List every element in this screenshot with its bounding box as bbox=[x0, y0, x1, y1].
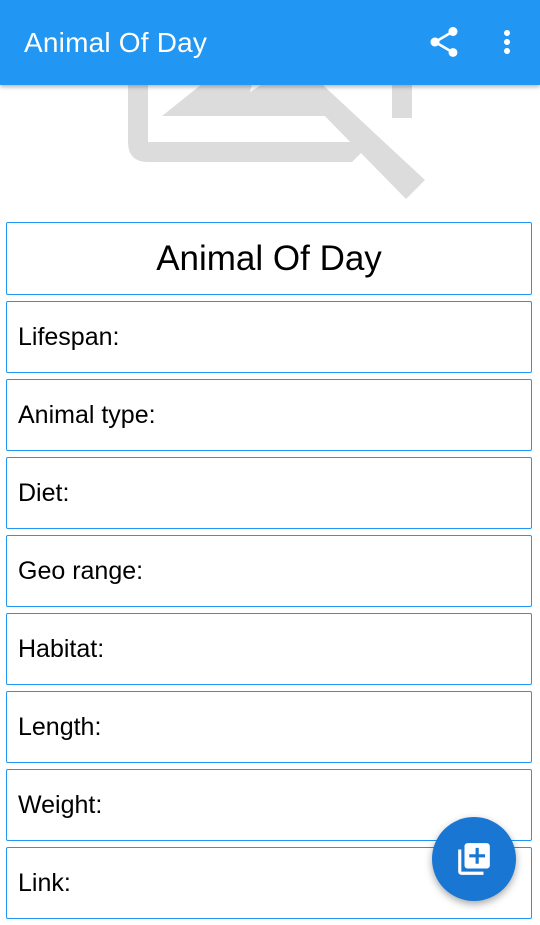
share-button[interactable] bbox=[420, 18, 468, 66]
more-options-button[interactable] bbox=[483, 18, 531, 66]
add-to-library-icon bbox=[458, 843, 490, 875]
app-title: Animal Of Day bbox=[24, 27, 208, 58]
broken-image-icon bbox=[128, 85, 425, 199]
title-card: Animal Of Day bbox=[6, 222, 532, 295]
more-vert-icon bbox=[504, 30, 510, 54]
field-label: Length: bbox=[18, 712, 102, 741]
field-label: Weight: bbox=[18, 790, 103, 819]
add-to-library-button[interactable] bbox=[432, 817, 516, 901]
app-bar: Animal Of Day bbox=[0, 0, 540, 85]
field-diet: Diet: bbox=[6, 457, 532, 529]
app-screen: Animal Of Day Animal Of Day Lifespan: An… bbox=[0, 0, 540, 925]
field-habitat: Habitat: bbox=[6, 613, 532, 685]
field-label: Geo range: bbox=[18, 556, 144, 585]
field-length: Length: bbox=[6, 691, 532, 763]
field-label: Diet: bbox=[18, 478, 70, 507]
field-lifespan: Lifespan: bbox=[6, 301, 532, 373]
field-animal-type: Animal type: bbox=[6, 379, 532, 451]
field-label: Habitat: bbox=[18, 634, 105, 663]
field-label: Link: bbox=[18, 868, 71, 897]
field-label: Animal type: bbox=[18, 400, 156, 429]
animal-image-placeholder bbox=[0, 85, 540, 215]
animal-title: Animal Of Day bbox=[156, 238, 382, 278]
field-geo-range: Geo range: bbox=[6, 535, 532, 607]
field-label: Lifespan: bbox=[18, 322, 120, 351]
share-icon bbox=[430, 27, 458, 57]
